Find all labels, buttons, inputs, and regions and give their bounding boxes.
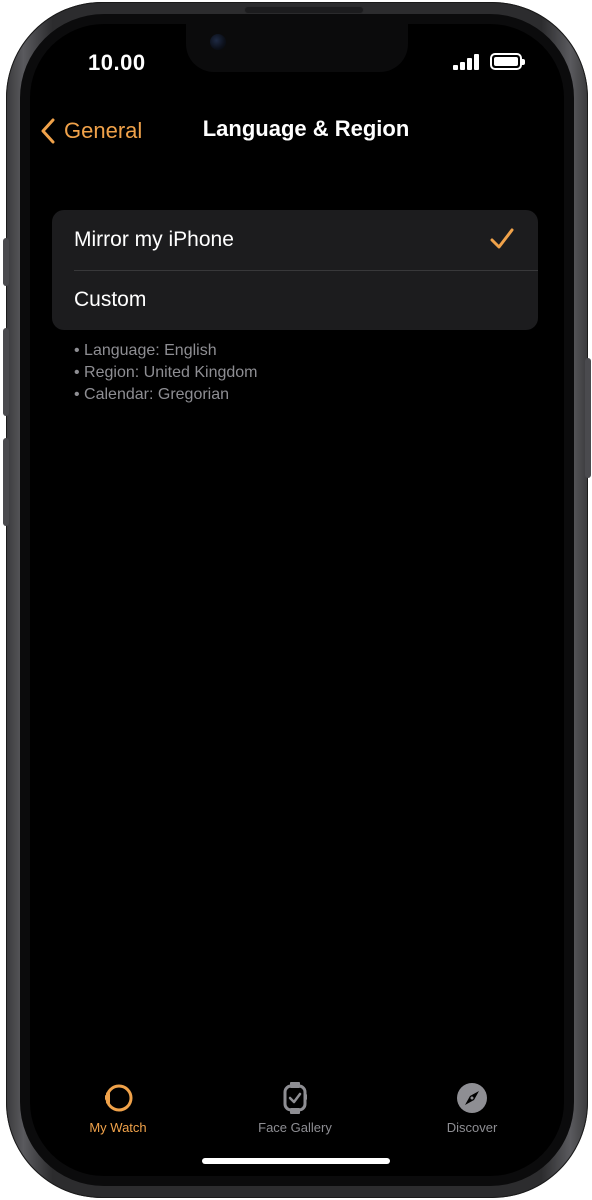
phone-frame: 10.00 General Language & Region Mirror m… [3,2,591,1198]
option-label: Mirror my iPhone [74,228,234,251]
screen: 10.00 General Language & Region Mirror m… [30,24,564,1176]
checkmark-icon [490,228,514,249]
tab-discover[interactable]: Discover [392,1080,552,1135]
watch-face-icon [283,1082,307,1114]
page-title: Language & Region [202,116,410,141]
notch [186,24,408,72]
watch-icon [105,1084,133,1112]
option-label: Custom [74,288,147,311]
detail-calendar: • Calendar: Gregorian [74,386,230,403]
current-settings-summary: • Language: English • Region: United Kin… [74,340,257,406]
option-custom[interactable]: Custom [52,270,538,330]
tab-my-watch[interactable]: My Watch [38,1080,198,1135]
volume-up-button [3,328,9,416]
option-mirror-my-iphone[interactable]: Mirror my iPhone [52,210,538,270]
battery-icon [490,53,525,70]
tab-face-gallery[interactable]: Face Gallery [215,1080,375,1135]
detail-region: • Region: United Kingdom [74,364,258,381]
home-indicator[interactable] [202,1158,390,1164]
status-time: 10.00 [88,50,146,75]
power-button [585,358,591,478]
cellular-signal-icon [453,54,481,70]
tab-label: Face Gallery [258,1120,332,1135]
bezel: 10.00 General Language & Region Mirror m… [20,14,574,1186]
language-region-options: Mirror my iPhone Custom [52,210,538,330]
earpiece-speaker [244,6,364,14]
detail-language: • Language: English [74,342,217,359]
volume-down-button [3,438,9,526]
action-button [3,238,9,286]
tab-label: Discover [446,1120,498,1135]
compass-icon [457,1083,487,1113]
tab-label: My Watch [89,1120,147,1135]
front-camera [210,34,226,50]
tab-bar: My Watch Face Gallery Discover [30,1080,564,1150]
